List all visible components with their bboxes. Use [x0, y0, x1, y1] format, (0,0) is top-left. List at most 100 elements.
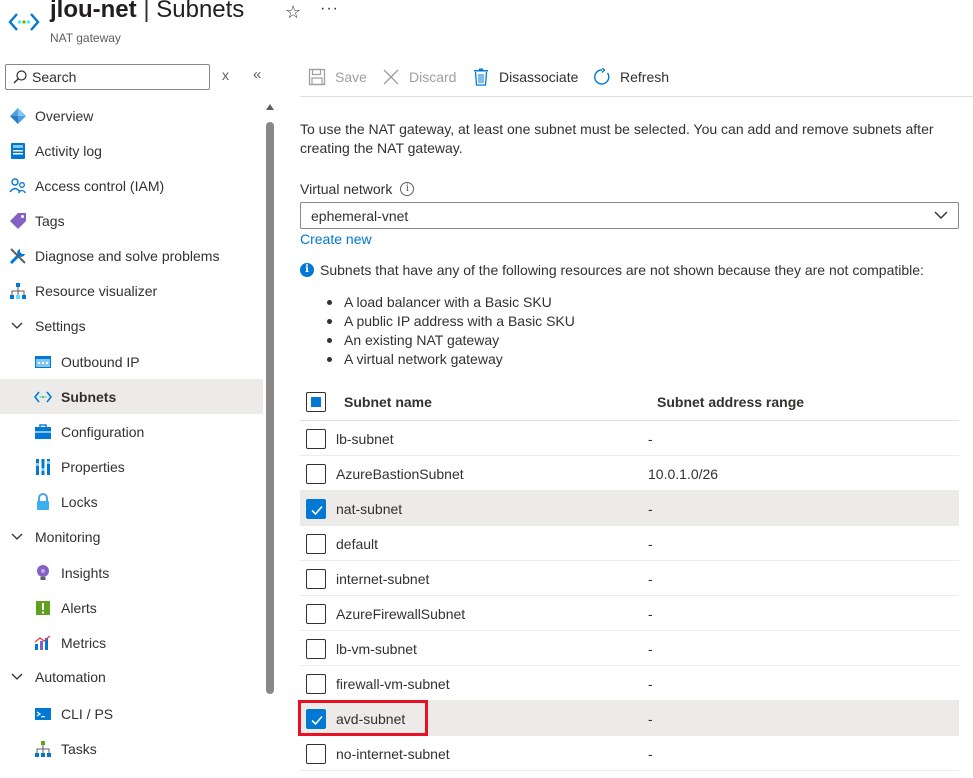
disassociate-button[interactable]: Disassociate [471, 66, 578, 88]
sidebar-item-diagnose[interactable]: Diagnose and solve problems [0, 238, 263, 273]
search-placeholder: Search [32, 69, 77, 85]
search-icon [13, 70, 27, 84]
sidebar-item-overview[interactable]: Overview [0, 98, 263, 133]
sidebar-search-input[interactable]: Search [5, 64, 210, 90]
refresh-label: Refresh [620, 69, 670, 85]
row-checkbox[interactable] [306, 499, 326, 519]
visualizer-icon [9, 282, 27, 300]
wrench-icon [9, 247, 27, 265]
sidebar-item-locks[interactable]: Locks [0, 484, 263, 519]
virtual-network-dropdown[interactable]: ephemeral-vnet [300, 202, 959, 229]
compatibility-note: i Subnets that have any of the following… [300, 262, 924, 278]
table-row[interactable]: lb-subnet - [300, 421, 959, 456]
resource-name: jlou-net [50, 0, 137, 23]
chevron-down-icon [11, 533, 23, 540]
cli-icon [34, 705, 52, 723]
sidebar-item-alerts[interactable]: Alerts [0, 590, 263, 625]
sidebar-item-label: Activity log [35, 142, 102, 159]
virtual-network-label-text: Virtual network [300, 181, 393, 197]
row-checkbox[interactable] [306, 534, 326, 554]
list-item: A load balancer with a Basic SKU [326, 293, 575, 312]
select-all-checkbox[interactable] [306, 392, 326, 412]
sidebar-item-label: Subnets [61, 388, 117, 405]
scroll-up-arrow[interactable] [266, 104, 274, 110]
column-header-subnet-name[interactable]: Subnet name [344, 394, 432, 410]
sidebar-group-monitoring[interactable]: Monitoring [0, 519, 263, 554]
virtual-network-label: Virtual network i [300, 181, 415, 197]
create-new-link[interactable]: Create new [300, 231, 372, 247]
collapse-sidebar-button[interactable]: « [253, 66, 261, 83]
sidebar-item-insights[interactable]: Insights [0, 555, 263, 590]
checkmark-icon [311, 505, 323, 516]
outbound-ip-icon [34, 353, 52, 371]
refresh-button[interactable]: Refresh [592, 66, 669, 88]
sidebar-item-properties[interactable]: Properties [0, 449, 263, 484]
table-row[interactable]: nat-subnet - [300, 491, 959, 526]
info-icon[interactable]: i [400, 182, 415, 196]
sidebar-item-resource-visualizer[interactable]: Resource visualizer [0, 273, 263, 308]
subnet-address-range: - [648, 711, 653, 727]
subnet-name: nat-subnet [336, 501, 403, 517]
sidebar-item-iam[interactable]: Access control (IAM) [0, 168, 263, 203]
chevron-down-icon [11, 322, 23, 329]
sidebar-item-configuration[interactable]: Configuration [0, 414, 263, 449]
sidebar-group-label: Settings [35, 317, 86, 334]
table-row[interactable]: AzureBastionSubnet 10.0.1.0/26 [300, 456, 959, 491]
clear-search-button[interactable]: x [222, 67, 229, 83]
star-icon[interactable]: ☆ [285, 2, 301, 23]
sidebar-item-outbound-ip[interactable]: Outbound IP [0, 344, 263, 379]
sidebar-item-label: CLI / PS [61, 705, 114, 722]
page-header: jlou-net | Subnets NAT gateway ☆ ··· [0, 0, 973, 54]
row-checkbox[interactable] [306, 464, 326, 484]
save-icon [307, 67, 327, 87]
sidebar-item-label: Alerts [61, 599, 97, 616]
sidebar-group-label: Monitoring [35, 528, 101, 545]
table-row[interactable]: no-internet-subnet - [300, 736, 959, 771]
iam-icon [9, 177, 27, 195]
save-button[interactable]: Save [307, 66, 367, 88]
sidebar-item-label: Configuration [61, 423, 145, 440]
insights-icon [34, 564, 52, 582]
ellipsis-icon[interactable]: ··· [320, 0, 339, 18]
subnet-name: no-internet-subnet [336, 746, 450, 762]
sidebar-item-metrics[interactable]: Metrics [0, 625, 263, 660]
sidebar-item-activity-log[interactable]: Activity log [0, 133, 263, 168]
table-row[interactable]: firewall-vm-subnet - [300, 666, 959, 701]
table-row[interactable]: internet-subnet - [300, 561, 959, 596]
scrollbar-thumb[interactable] [266, 122, 274, 694]
sidebar-item-label: Overview [35, 107, 94, 124]
subnet-name: default [336, 536, 379, 552]
row-checkbox[interactable] [306, 639, 326, 659]
info-icon: i [300, 263, 314, 277]
row-checkbox[interactable] [306, 744, 326, 764]
page-title: jlou-net | Subnets [50, 0, 244, 24]
subnet-address-range: - [648, 676, 653, 692]
row-checkbox[interactable] [306, 569, 326, 589]
sidebar-item-label: Insights [61, 564, 110, 581]
sidebar-item-cli-ps[interactable]: CLI / PS [0, 696, 263, 731]
disassociate-label: Disassociate [499, 69, 579, 85]
sidebar-item-tasks[interactable]: Tasks [0, 731, 263, 766]
incompatible-resources-list: A load balancer with a Basic SKU A publi… [326, 293, 575, 369]
sidebar-item-label: Resource visualizer [35, 282, 158, 299]
subnet-address-range: - [648, 641, 653, 657]
list-item: An existing NAT gateway [326, 331, 575, 350]
chevron-down-icon [11, 673, 23, 680]
row-checkbox[interactable] [306, 674, 326, 694]
table-row[interactable]: lb-vm-subnet - [300, 631, 959, 666]
discard-button[interactable]: Discard [381, 66, 456, 88]
sidebar-item-tags[interactable]: Tags [0, 203, 263, 238]
column-header-address-range[interactable]: Subnet address range [657, 394, 804, 410]
table-row[interactable]: AzureFirewallSubnet - [300, 596, 959, 631]
sidebar-group-automation[interactable]: Automation [0, 659, 263, 694]
subnet-address-range: - [648, 536, 653, 552]
sidebar-item-label: Diagnose and solve problems [35, 247, 220, 264]
row-checkbox[interactable] [306, 429, 326, 449]
row-checkbox[interactable] [306, 604, 326, 624]
sidebar-item-subnets[interactable]: Subnets [0, 379, 263, 414]
sidebar-group-settings[interactable]: Settings [0, 308, 263, 343]
metrics-icon [34, 634, 52, 652]
table-row[interactable]: default - [300, 526, 959, 561]
subnet-name: AzureFirewallSubnet [336, 606, 466, 622]
discard-label: Discard [409, 69, 457, 85]
